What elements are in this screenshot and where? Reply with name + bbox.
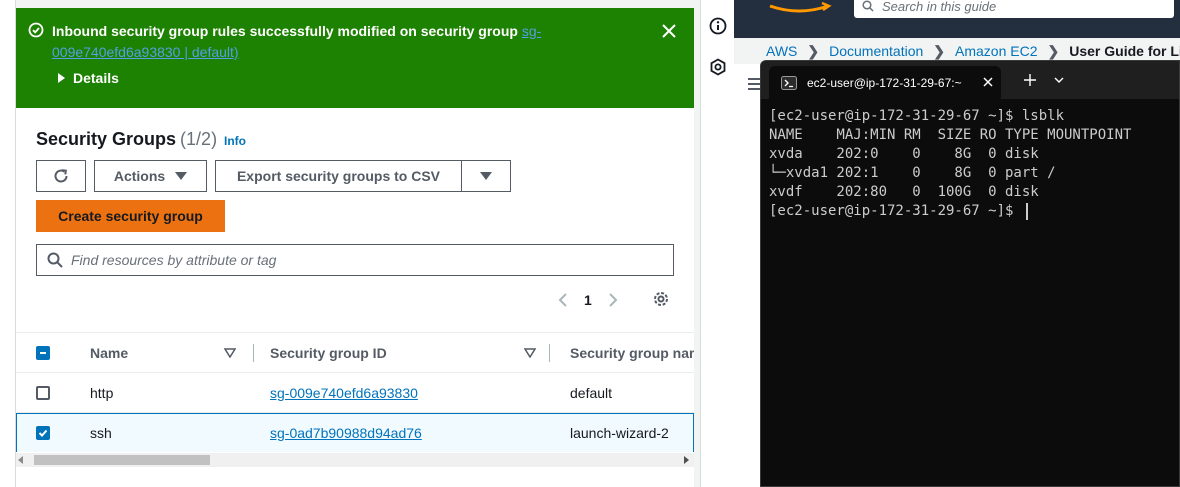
- current-page[interactable]: 1: [584, 292, 592, 308]
- security-group-id-link[interactable]: sg-0ad7b90988d94ad76: [270, 425, 422, 441]
- security-groups-heading: Security Groups: [36, 129, 177, 149]
- indeterminate-icon: [40, 351, 46, 354]
- terminal-prompt: [ec2-user@ip-172-31-29-67 ~]$: [769, 203, 1022, 219]
- refresh-icon: [54, 169, 68, 183]
- column-header-name[interactable]: Name: [90, 345, 128, 361]
- actions-dropdown-button[interactable]: Actions: [94, 160, 207, 192]
- close-icon[interactable]: [660, 22, 678, 40]
- breadcrumb-amazon-ec2[interactable]: Amazon EC2: [955, 43, 1037, 59]
- chevron-right-icon[interactable]: [606, 291, 620, 309]
- flash-message: Inbound security group rules successfull…: [52, 21, 642, 63]
- row-name: ssh: [90, 425, 112, 441]
- caret-right-icon: [58, 73, 65, 83]
- row-checkbox[interactable]: [36, 426, 50, 440]
- sort-icon[interactable]: [524, 348, 536, 358]
- right-tools-strip: [700, 0, 734, 487]
- actions-label: Actions: [113, 168, 166, 184]
- security-group-id-link[interactable]: sg-009e740efd6a93830: [270, 385, 418, 401]
- terminal-tab[interactable]: ec2-user@ip-172-31-29-67:~: [769, 66, 1001, 99]
- success-check-icon: [28, 22, 44, 38]
- flash-details-toggle[interactable]: Details: [58, 70, 119, 86]
- row-checkbox[interactable]: [36, 385, 50, 400]
- export-options-dropdown[interactable]: [461, 160, 511, 192]
- terminal-line: xvdf 202:80 0 100G 0 disk: [769, 184, 1039, 200]
- success-flashbar: Inbound security group rules successfull…: [16, 8, 694, 108]
- chevron-left-icon[interactable]: [556, 291, 570, 309]
- terminal-prompt-line: [ec2-user@ip-172-31-29-67 ~]$: [769, 202, 1179, 221]
- scroll-left-arrow-icon[interactable]: [18, 456, 23, 464]
- desktop: Inbound security group rules successfull…: [0, 0, 1180, 487]
- scrollbar-thumb[interactable]: [34, 455, 210, 465]
- terminal-tab-bar: ec2-user@ip-172-31-29-67:~: [761, 61, 1179, 99]
- column-divider[interactable]: [253, 344, 254, 362]
- terminal-line: [ec2-user@ip-172-31-29-67 ~]$ lsblk: [769, 108, 1065, 124]
- export-label: Export security groups to CSV: [236, 168, 441, 184]
- export-csv-button[interactable]: Export security groups to CSV: [215, 160, 462, 192]
- aws-console-pane: Inbound security group rules successfull…: [0, 0, 700, 487]
- search-box[interactable]: [36, 244, 674, 276]
- terminal-line: NAME MAJ:MIN RM SIZE RO TYPE MOUNTPOINT: [769, 127, 1132, 143]
- terminal-window: ec2-user@ip-172-31-29-67:~ [ec2-user@ip-…: [760, 60, 1180, 487]
- security-groups-table: Name Security group ID Security group na…: [16, 332, 694, 452]
- row-group-name: launch-wizard-2: [570, 425, 669, 441]
- flash-message-text: Inbound security group rules successfull…: [52, 23, 518, 39]
- hexagon-help-icon[interactable]: [709, 58, 727, 76]
- table-row-selected[interactable]: ssh sg-0ad7b90988d94ad76 launch-wizard-2: [16, 413, 694, 452]
- caret-down-icon: [480, 172, 492, 180]
- horizontal-scrollbar[interactable]: [16, 453, 694, 467]
- chevron-right-icon: ❯: [807, 42, 820, 59]
- table-row[interactable]: http sg-009e740efd6a93830 default: [16, 373, 694, 413]
- close-icon[interactable]: [981, 75, 995, 89]
- breadcrumb-documentation[interactable]: Documentation: [829, 43, 923, 59]
- chevron-down-icon[interactable]: [1053, 76, 1065, 84]
- powershell-icon: [781, 75, 797, 90]
- column-header-security-group-name[interactable]: Security group nam: [570, 345, 694, 361]
- caret-down-icon: [175, 172, 188, 180]
- flash-details-label: Details: [73, 70, 119, 86]
- search-icon: [47, 252, 63, 268]
- table-header-row: Name Security group ID Security group na…: [16, 333, 694, 373]
- aws-logo-icon: [769, 1, 832, 13]
- create-security-group-button[interactable]: Create security group: [36, 200, 225, 232]
- terminal-line: xvda 202:0 0 8G 0 disk: [769, 146, 1039, 162]
- gear-icon[interactable]: [652, 290, 670, 308]
- create-label: Create security group: [58, 208, 203, 224]
- terminal-cursor: [1025, 202, 1028, 220]
- scroll-right-arrow-icon[interactable]: [684, 456, 689, 464]
- search-icon: [862, 0, 874, 12]
- info-link[interactable]: Info: [224, 134, 246, 148]
- terminal-tab-title: ec2-user@ip-172-31-29-67:~: [807, 75, 962, 90]
- terminal-line: └─xvda1 202:1 0 8G 0 part /: [769, 165, 1056, 181]
- check-icon: [38, 429, 48, 437]
- page-title: Security Groups (1/2): [36, 129, 217, 150]
- info-icon[interactable]: [709, 17, 727, 35]
- sort-icon[interactable]: [224, 348, 236, 358]
- row-name: http: [90, 384, 114, 401]
- chevron-right-icon: ❯: [933, 42, 946, 59]
- security-groups-panel: Security Groups (1/2) Info Actions Expor…: [16, 108, 694, 487]
- chevron-right-icon: ❯: [1047, 42, 1060, 59]
- search-input[interactable]: [71, 252, 651, 268]
- plus-icon[interactable]: [1023, 73, 1037, 87]
- breadcrumb-current: User Guide for Li: [1069, 43, 1180, 59]
- breadcrumb-aws[interactable]: AWS: [766, 43, 797, 59]
- docs-search-placeholder[interactable]: Search in this guide: [882, 0, 996, 14]
- left-nav-strip: [0, 0, 16, 487]
- select-all-checkbox[interactable]: [36, 345, 50, 360]
- docs-search-box[interactable]: Search in this guide: [854, 0, 1174, 18]
- row-group-name: default: [570, 384, 613, 401]
- pagination: 1: [556, 288, 620, 312]
- column-header-security-group-id[interactable]: Security group ID: [270, 345, 387, 361]
- column-divider[interactable]: [549, 344, 550, 362]
- refresh-button[interactable]: [36, 160, 86, 192]
- selection-count: (1/2): [180, 129, 218, 149]
- terminal-output[interactable]: [ec2-user@ip-172-31-29-67 ~]$ lsblk NAME …: [769, 107, 1179, 221]
